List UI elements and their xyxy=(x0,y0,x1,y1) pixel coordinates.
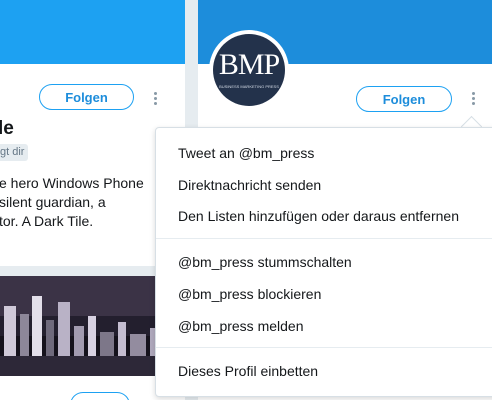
profile-banner xyxy=(0,0,185,64)
profile-name[interactable]: le xyxy=(0,118,14,140)
follow-button[interactable]: Folgen xyxy=(356,86,452,112)
menu-divider xyxy=(156,347,492,348)
menu-item-block[interactable]: @bm_press blockieren xyxy=(178,286,321,302)
avatar-logo-subtext: BUSINESS MARKETING PRESS xyxy=(219,84,279,89)
menu-item-report[interactable]: @bm_press melden xyxy=(178,318,304,334)
menu-item-tweet[interactable]: Tweet an @bm_press xyxy=(178,145,314,161)
follows-you-badge: gt dir xyxy=(0,144,29,161)
avatar-image: BMP BUSINESS MARKETING PRESS xyxy=(213,34,285,106)
menu-item-direct-message[interactable]: Direktnachricht senden xyxy=(178,177,321,193)
follow-button[interactable]: Folgen xyxy=(39,84,134,110)
more-vertical-icon[interactable] xyxy=(471,92,477,107)
profile-actions-menu: Tweet an @bm_press Direktnachricht sende… xyxy=(155,127,492,397)
avatar-logo-text: BMP xyxy=(218,48,280,81)
follow-button[interactable] xyxy=(70,392,130,400)
avatar[interactable]: BMP BUSINESS MARKETING PRESS xyxy=(209,30,289,110)
menu-item-embed[interactable]: Dieses Profil einbetten xyxy=(178,363,318,379)
menu-item-mute[interactable]: @bm_press stummschalten xyxy=(178,254,352,270)
menu-divider xyxy=(156,238,492,239)
more-vertical-icon[interactable] xyxy=(153,92,159,107)
menu-item-lists[interactable]: Den Listen hinzufügen oder daraus entfer… xyxy=(178,208,459,224)
